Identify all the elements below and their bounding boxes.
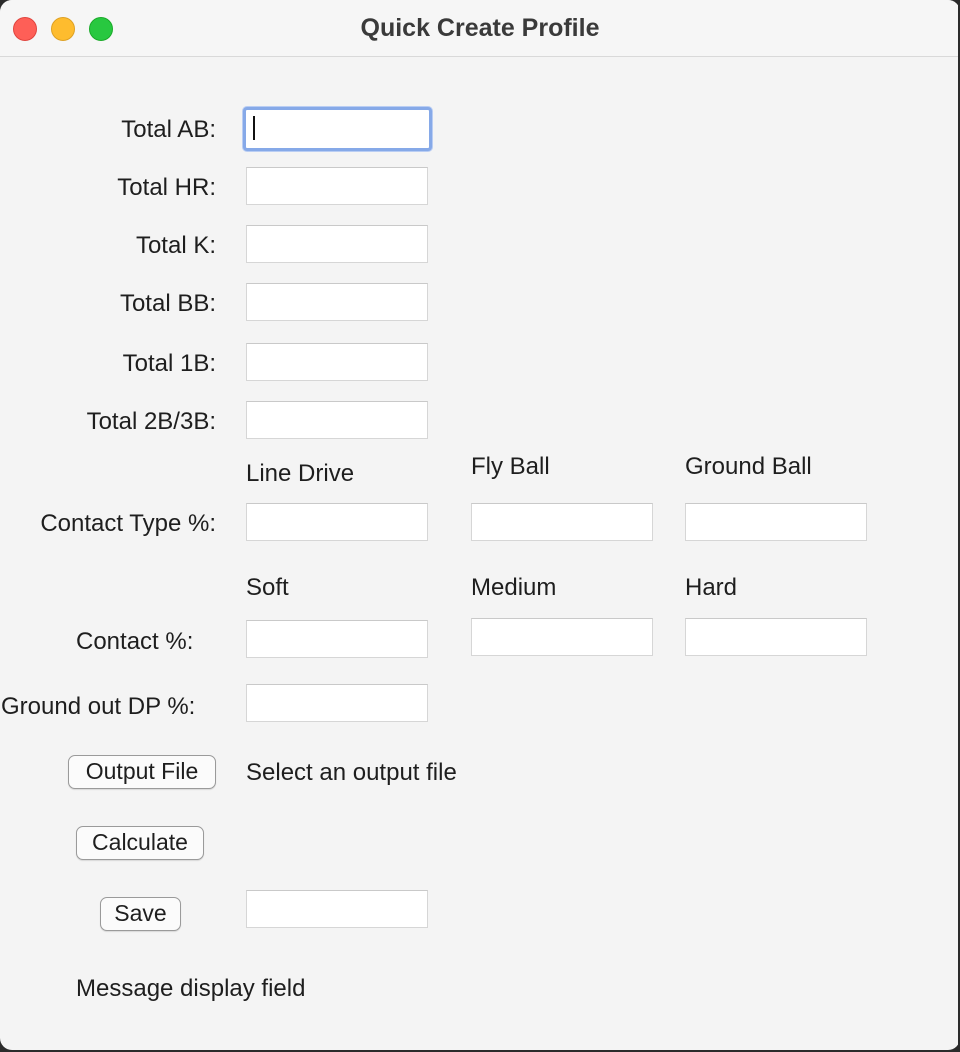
message-display-field: Message display field: [76, 975, 306, 1002]
text-caret: [253, 116, 255, 140]
ground-out-dp-label: Ground out DP %:: [1, 693, 196, 720]
contact-type-label: Contact Type %:: [40, 510, 216, 537]
title-bar: Quick Create Profile: [0, 0, 960, 57]
total-bb-input[interactable]: [246, 283, 428, 321]
contact-label: Contact %:: [76, 628, 194, 655]
total-1b-input[interactable]: [246, 343, 428, 381]
medium-header: Medium: [471, 574, 557, 601]
total-1b-label: Total 1B:: [122, 350, 216, 377]
output-file-button[interactable]: Output File: [68, 755, 216, 789]
fly-ball-header: Fly Ball: [471, 453, 550, 480]
save-button[interactable]: Save: [100, 897, 181, 931]
soft-header: Soft: [246, 574, 289, 601]
hard-input[interactable]: [685, 618, 867, 656]
hard-header: Hard: [685, 574, 738, 601]
ground-ball-input[interactable]: [685, 503, 867, 541]
total-ab-input[interactable]: [243, 107, 432, 151]
ground-out-dp-input[interactable]: [246, 684, 428, 722]
total-bb-label: Total BB:: [119, 290, 216, 317]
save-name-input[interactable]: [246, 890, 428, 928]
line-drive-header: Line Drive: [246, 460, 355, 487]
total-hr-label: Total HR:: [117, 174, 216, 201]
calculate-button[interactable]: Calculate: [76, 826, 204, 860]
total-hr-input[interactable]: [246, 167, 428, 205]
total-k-label: Total K:: [135, 232, 216, 259]
total-k-input[interactable]: [246, 225, 428, 263]
total-ab-label: Total AB:: [121, 116, 216, 143]
output-file-status: Select an output file: [246, 759, 457, 786]
total-2b3b-input[interactable]: [246, 401, 428, 439]
medium-input[interactable]: [471, 618, 653, 656]
total-2b3b-label: Total 2B/3B:: [86, 408, 216, 435]
window-title: Quick Create Profile: [360, 14, 600, 42]
line-drive-input[interactable]: [246, 503, 428, 541]
soft-input[interactable]: [246, 620, 428, 658]
ground-ball-header: Ground Ball: [685, 453, 812, 480]
app-window: Quick Create Profile Total AB: Total HR:…: [0, 0, 960, 1050]
fly-ball-input[interactable]: [471, 503, 653, 541]
